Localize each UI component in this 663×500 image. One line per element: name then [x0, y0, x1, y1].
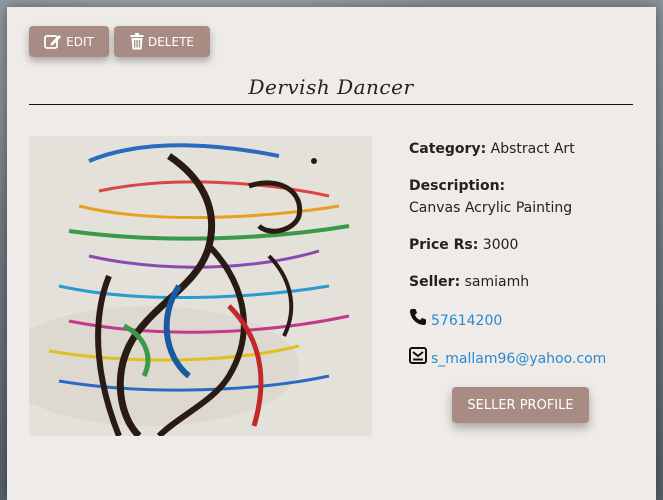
- title-divider: [29, 104, 633, 105]
- price-value: 3000: [482, 237, 519, 253]
- phone-link[interactable]: 57614200: [431, 310, 502, 332]
- description-value-row: Canvas Acrylic Painting: [409, 197, 572, 219]
- edit-button-label: EDIT: [66, 34, 94, 49]
- item-detail-modal: EDIT DELETE Dervish Dancer Category: Abs…: [7, 7, 656, 500]
- envelope-icon: [409, 347, 427, 371]
- category-value: Abstract Art: [490, 141, 575, 157]
- seller-value: samiamh: [464, 274, 530, 290]
- phone-row: 57614200: [409, 308, 502, 333]
- delete-button-label: DELETE: [147, 34, 194, 49]
- trash-icon: [130, 33, 144, 50]
- seller-row: Seller: samiamh: [409, 271, 529, 293]
- edit-icon: [44, 33, 62, 50]
- description-label: Description:: [409, 178, 506, 194]
- seller-profile-button[interactable]: SELLER PROFILE: [452, 387, 589, 423]
- category-label: Category:: [409, 141, 487, 157]
- delete-button[interactable]: DELETE: [114, 26, 210, 57]
- category-row: Category: Abstract Art: [409, 138, 575, 160]
- edit-button[interactable]: EDIT: [29, 26, 109, 57]
- description-value: Canvas Acrylic Painting: [409, 200, 573, 216]
- email-row: s_mallam96@yahoo.com: [409, 347, 606, 371]
- price-row: Price Rs: 3000: [409, 234, 518, 256]
- seller-label: Seller:: [409, 274, 461, 290]
- artwork-image: [29, 136, 372, 436]
- item-title: Dervish Dancer: [248, 75, 414, 99]
- email-link[interactable]: s_mallam96@yahoo.com: [431, 348, 606, 370]
- price-label: Price Rs:: [409, 237, 479, 253]
- description-label-row: Description:: [409, 175, 505, 197]
- phone-icon: [409, 308, 427, 333]
